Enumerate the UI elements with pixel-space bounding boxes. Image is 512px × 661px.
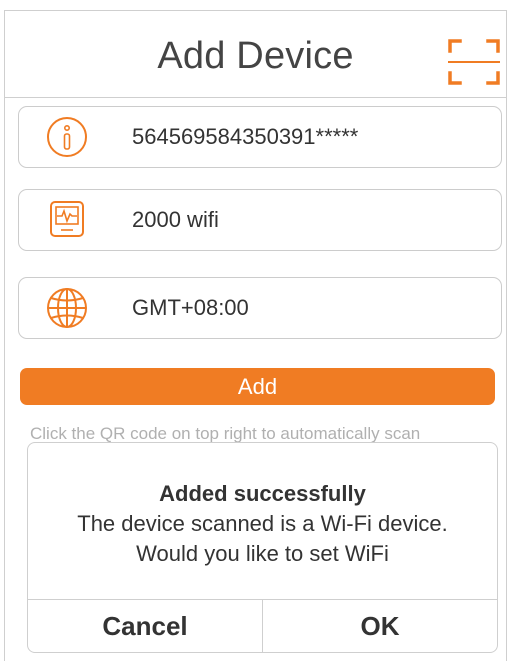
add-button[interactable]: Add [20, 368, 495, 405]
device-id-field[interactable]: 564569584350391***** [18, 106, 502, 168]
cancel-button[interactable]: Cancel [28, 600, 262, 652]
dialog-title: Added successfully [159, 481, 366, 506]
monitor-pulse-icon [50, 201, 84, 237]
header: Add Device [4, 10, 507, 98]
device-name-value: 2000 wifi [132, 207, 219, 232]
timezone-field[interactable]: GMT+08:00 [18, 277, 502, 339]
device-name-field[interactable]: 2000 wifi [18, 189, 502, 251]
dialog-line-2: Would you like to set WiFi [136, 541, 389, 566]
page-title: Add Device [157, 35, 354, 77]
globe-icon [47, 288, 87, 328]
info-icon [47, 117, 87, 157]
timezone-value: GMT+08:00 [132, 295, 249, 320]
qr-scan-icon[interactable] [448, 39, 500, 85]
dialog-message: Added successfully The device scanned is… [28, 479, 497, 569]
success-dialog: Added successfully The device scanned is… [27, 442, 498, 653]
dialog-line-1: The device scanned is a Wi-Fi device. [77, 511, 448, 536]
ok-button[interactable]: OK [262, 600, 497, 652]
scan-hint: Click the QR code on top right to automa… [30, 424, 421, 442]
dialog-actions: Cancel OK [28, 599, 497, 652]
device-id-value: 564569584350391***** [132, 124, 359, 149]
